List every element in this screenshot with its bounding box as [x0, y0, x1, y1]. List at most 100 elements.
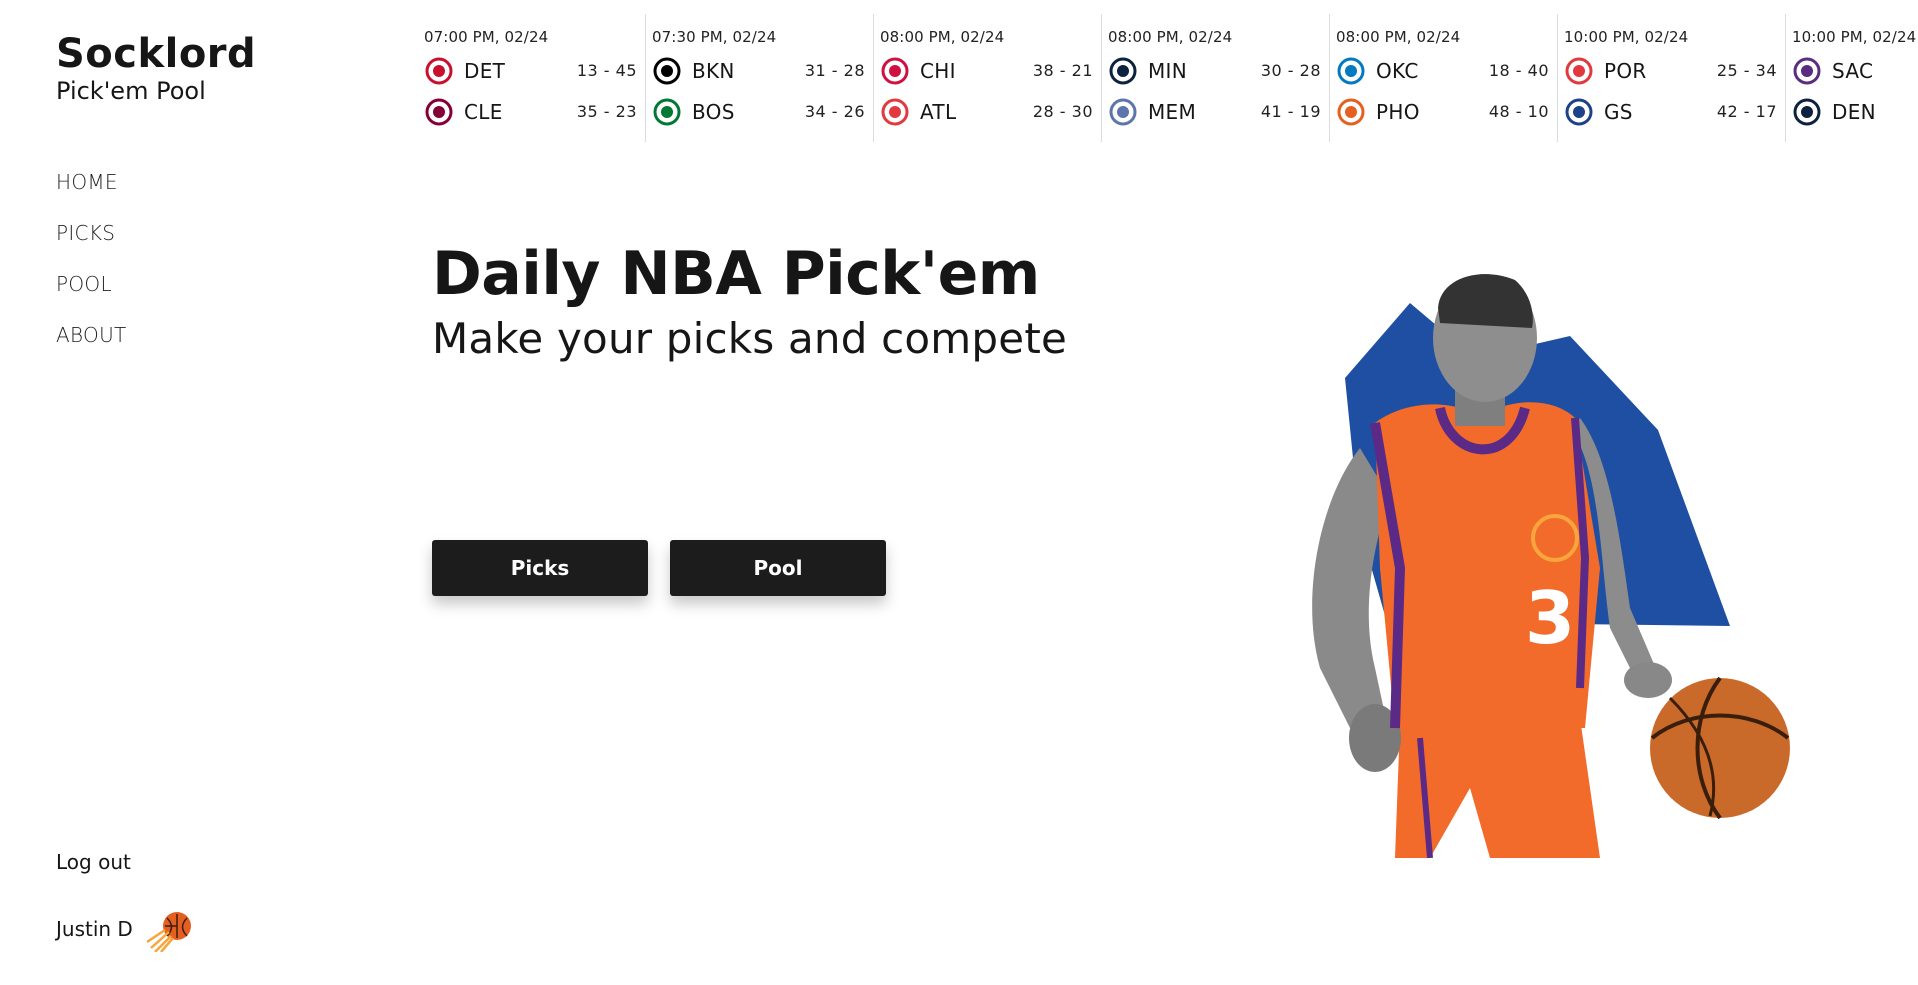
- nav-item-home[interactable]: HOME: [56, 168, 127, 196]
- team-record: 38 - 21: [1032, 61, 1093, 80]
- team-logo: [652, 97, 682, 127]
- nav-item-picks[interactable]: PICKS: [56, 219, 127, 247]
- nav-item-pool[interactable]: POOL: [56, 270, 127, 298]
- team-row-away: MIN 30 - 28: [1108, 50, 1321, 91]
- team-abbr: DEN: [1832, 99, 1876, 124]
- team-abbr: PHO: [1376, 99, 1420, 124]
- team-record: 31 - 28: [804, 61, 865, 80]
- game-time: 10:00 PM, 02/24: [1564, 28, 1689, 46]
- nav-item-about[interactable]: ABOUT: [56, 321, 127, 349]
- team-row-away: BKN 31 - 28: [652, 50, 865, 91]
- team-logo: [1564, 56, 1594, 86]
- team-logo: [1564, 97, 1594, 127]
- basketball-player-illustration: 3: [1312, 274, 1790, 858]
- team-row-home: CLE 35 - 23: [424, 91, 637, 132]
- thunder-icon: [1337, 57, 1365, 84]
- game-time: 08:00 PM, 02/24: [1108, 28, 1233, 46]
- team-logo: [1108, 97, 1138, 127]
- team-record: 42 - 17: [1716, 102, 1777, 121]
- brand[interactable]: Socklord Pick'em Pool: [56, 30, 256, 106]
- sidebar-nav: HOME PICKS POOL ABOUT: [56, 168, 127, 372]
- game-time: 08:00 PM, 02/24: [1336, 28, 1461, 46]
- team-logo: [880, 56, 910, 86]
- team-abbr: OKC: [1376, 58, 1419, 83]
- team-logo: [880, 97, 910, 127]
- team-row-home: BOS 34 - 26: [652, 91, 865, 132]
- trail-blazers-icon: [1565, 57, 1593, 84]
- team-row-away: DET 13 - 45: [424, 50, 637, 91]
- pistons-icon: [425, 57, 453, 84]
- hawks-icon: [881, 98, 909, 125]
- team-logo: [1792, 56, 1822, 86]
- nuggets-icon: [1793, 98, 1821, 125]
- team-logo: [1336, 97, 1366, 127]
- game-card[interactable]: 10:00 PM, 02/24 POR 25 - 34 GS 42 - 17: [1558, 14, 1786, 142]
- picks-button[interactable]: Picks: [432, 540, 648, 596]
- game-time: 10:00 PM, 02/24: [1792, 28, 1917, 46]
- bulls-icon: [881, 57, 909, 84]
- brand-title: Socklord: [56, 31, 257, 77]
- team-record: 18 - 40: [1488, 61, 1549, 80]
- team-record: 30 - 28: [1260, 61, 1321, 80]
- team-record: 25 - 34: [1716, 61, 1777, 80]
- scoreboard: 07:00 PM, 02/24 DET 13 - 45 CLE 35 - 23 07:30…: [418, 14, 1918, 144]
- team-logo: [1336, 56, 1366, 86]
- team-row-away: CHI 38 - 21: [880, 50, 1093, 91]
- team-record: 35 - 23: [576, 102, 637, 121]
- game-card[interactable]: 07:30 PM, 02/24 BKN 31 - 28 BOS 34 - 26: [646, 14, 874, 142]
- team-abbr: GS: [1604, 99, 1633, 124]
- celtics-icon: [653, 98, 681, 125]
- team-row-away: POR 25 - 34: [1564, 50, 1777, 91]
- team-abbr: MIN: [1148, 58, 1188, 83]
- team-record: 13 - 45: [576, 61, 637, 80]
- game-card[interactable]: 08:00 PM, 02/24 MIN 30 - 28 MEM 41 - 19: [1102, 14, 1330, 142]
- game-card[interactable]: 08:00 PM, 02/24 CHI 38 - 21 ATL 28 - 30: [874, 14, 1102, 142]
- team-abbr: SAC: [1832, 58, 1874, 83]
- team-record: 41 - 19: [1260, 102, 1321, 121]
- team-logo: [1792, 97, 1822, 127]
- team-abbr: CLE: [464, 99, 503, 124]
- logout-button[interactable]: Log out: [56, 850, 131, 874]
- suns-icon: [1337, 98, 1365, 125]
- team-record: 34 - 26: [804, 102, 865, 121]
- pool-button[interactable]: Pool: [670, 540, 886, 596]
- team-record: 48 - 10: [1488, 102, 1549, 121]
- team-row-home: PHO 48 - 10: [1336, 91, 1549, 132]
- team-logo: [424, 56, 454, 86]
- suns-icon: [146, 912, 191, 952]
- team-abbr: DET: [464, 58, 506, 83]
- team-record: 28 - 30: [1032, 102, 1093, 121]
- page-title: Daily NBA Pick'em: [432, 239, 1040, 309]
- game-time: 08:00 PM, 02/24: [880, 28, 1005, 46]
- team-row-away: OKC 18 - 40: [1336, 50, 1549, 91]
- brand-subtitle: Pick'em Pool: [56, 77, 206, 105]
- game-card[interactable]: 08:00 PM, 02/24 OKC 18 - 40 PHO 48 - 10: [1330, 14, 1558, 142]
- game-time: 07:30 PM, 02/24: [652, 28, 777, 46]
- team-logo: [652, 56, 682, 86]
- game-card[interactable]: 10:00 PM, 02/24 SAC DEN: [1786, 14, 1918, 142]
- svg-text:3: 3: [1525, 576, 1575, 660]
- team-abbr: ATL: [920, 99, 957, 124]
- team-row-home: DEN: [1792, 91, 1918, 132]
- team-abbr: CHI: [920, 58, 956, 83]
- team-logo: [1108, 56, 1138, 86]
- nets-icon: [653, 57, 681, 84]
- team-abbr: MEM: [1148, 99, 1197, 124]
- app-root: Socklord Pick'em Pool HOME PICKS POOL AB…: [0, 0, 1918, 985]
- team-row-home: MEM 41 - 19: [1108, 91, 1321, 132]
- team-row-away: SAC: [1792, 50, 1918, 91]
- game-time: 07:00 PM, 02/24: [424, 28, 549, 46]
- grizzlies-icon: [1109, 98, 1137, 125]
- team-abbr: BOS: [692, 99, 735, 124]
- warriors-icon: [1565, 98, 1593, 125]
- game-card[interactable]: 07:00 PM, 02/24 DET 13 - 45 CLE 35 - 23: [418, 14, 646, 142]
- user-name: Justin D: [56, 917, 133, 941]
- hero: Daily NBA Pick'em Make your picks and co…: [432, 236, 1067, 364]
- team-logo: [424, 97, 454, 127]
- team-row-home: ATL 28 - 30: [880, 91, 1093, 132]
- team-row-home: GS 42 - 17: [1564, 91, 1777, 132]
- user-profile[interactable]: Justin D: [56, 906, 197, 952]
- kings-icon: [1793, 57, 1821, 84]
- team-abbr: POR: [1604, 58, 1647, 83]
- team-abbr: BKN: [692, 58, 735, 83]
